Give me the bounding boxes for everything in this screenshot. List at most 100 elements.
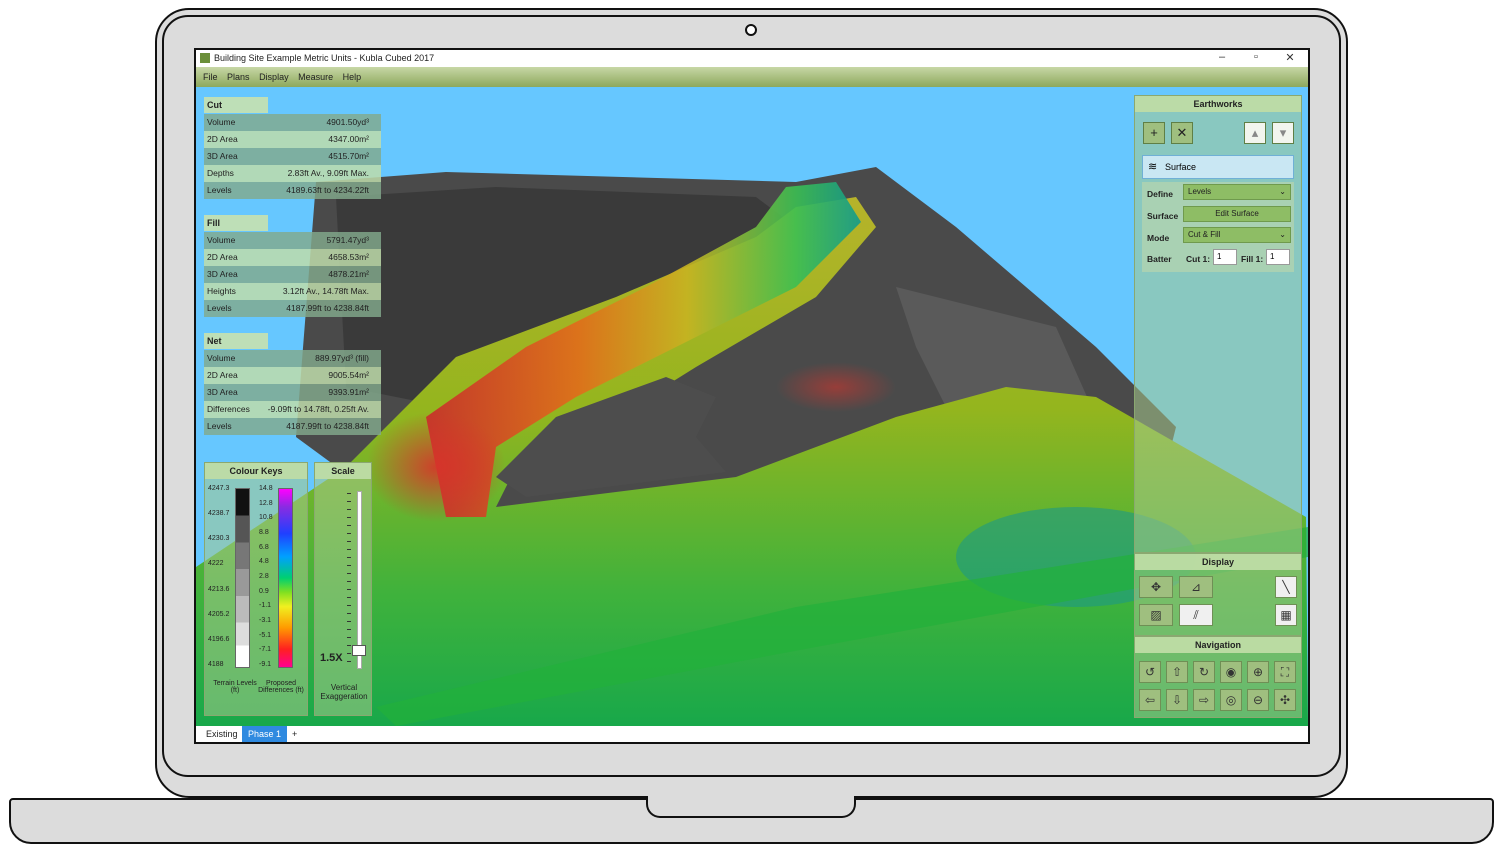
scale-value: 1.5X	[320, 652, 343, 664]
move-down-icon[interactable]: ▾	[1272, 122, 1294, 144]
move-right-icon[interactable]: ⇨	[1193, 689, 1215, 711]
table-row: Differences -9.09ft to 14.78ft, 0.25ft Av…	[204, 401, 381, 418]
proposed-differences-label: Proposed Differences (ft)	[258, 680, 304, 694]
net-table: Volume 889.97yd³ (fill) 2D Area 9005.54m² …	[204, 350, 381, 435]
scale-panel: Scale 1.5X Vertical Exaggeration	[314, 462, 372, 716]
zoom-out-icon[interactable]: ⊖	[1247, 689, 1269, 711]
edit-surface-button[interactable]: Edit Surface	[1183, 206, 1291, 222]
app-icon	[200, 53, 210, 63]
table-row: 3D Area 4878.21m²	[204, 266, 381, 283]
scale-tick-mark	[347, 501, 351, 502]
hatch-icon[interactable]: ⫽	[1179, 604, 1213, 626]
table-row: Levels 4187.99ft to 4238.84ft	[204, 300, 381, 317]
scale-tick-mark	[347, 613, 351, 614]
cut-ratio-label: Cut 1:	[1186, 254, 1211, 264]
difference-tick-label: -7.1	[259, 646, 272, 654]
add-tab-button[interactable]: +	[286, 726, 303, 742]
menu-bar: File Plans Display Measure Help	[196, 67, 1308, 87]
mode-select[interactable]: Cut & Fill ⌄	[1183, 227, 1291, 243]
move-up-icon[interactable]: ▴	[1244, 122, 1266, 144]
texture-icon[interactable]: ▨	[1139, 604, 1173, 626]
surface-item-label: Surface	[1165, 162, 1197, 172]
surface-icon: ≋	[1148, 161, 1158, 173]
tab-existing[interactable]: Existing	[200, 726, 244, 742]
scale-tick-mark	[347, 637, 351, 638]
cut-ratio-input[interactable]: 1	[1213, 249, 1237, 265]
menu-help[interactable]: Help	[343, 72, 362, 82]
table-row: 3D Area 4515.70m²	[204, 148, 381, 165]
difference-tick-label: 2.8	[259, 573, 269, 580]
terrain-levels-label: Terrain Levels (ft)	[213, 680, 257, 694]
laptop-notch	[646, 796, 856, 818]
menu-measure[interactable]: Measure	[298, 72, 333, 82]
close-icon[interactable]: ✕	[1280, 51, 1300, 64]
surface-label: Surface	[1147, 211, 1179, 221]
look-icon[interactable]: ◉	[1220, 661, 1242, 683]
scale-tick-mark	[347, 517, 351, 518]
table-row: 2D Area 4347.00m²	[204, 131, 381, 148]
add-icon[interactable]: +	[1143, 122, 1165, 144]
restore-icon[interactable]: ▫	[1246, 51, 1266, 63]
display-title: Display	[1135, 554, 1301, 570]
delete-icon[interactable]: ✕	[1171, 122, 1193, 144]
scale-tick-mark	[347, 645, 351, 646]
minimize-icon[interactable]: –	[1212, 51, 1232, 63]
navigation-panel: Navigation ↺ ⇧ ↻ ◉ ⊕ ⛶ ⇦ ⇩ ⇨ ◎ ⊖ ✣	[1134, 636, 1302, 718]
difference-tick-label: 8.8	[259, 529, 269, 536]
chevron-down-icon: ⌄	[1279, 187, 1286, 196]
table-row: Depths 2.83ft Av., 9.09ft Max.	[204, 165, 381, 182]
display-panel: Display ✥ ⊿ ╲ ▨ ⫽ ▦	[1134, 553, 1302, 636]
scale-tick-mark	[347, 557, 351, 558]
terrain-tick-label: 4213.6	[208, 585, 230, 593]
scale-tick-mark	[347, 629, 351, 630]
define-select[interactable]: Levels ⌄	[1183, 184, 1291, 200]
draw-line-icon[interactable]: ╲	[1275, 576, 1297, 598]
scale-title: Scale	[315, 463, 371, 479]
tab-phase-1[interactable]: Phase 1	[242, 726, 288, 742]
vertical-exaggeration-label: Vertical Exaggeration	[320, 683, 368, 701]
terrain-tick-label: 4196.6	[208, 635, 230, 643]
mode-label: Mode	[1147, 233, 1170, 243]
zoom-in-icon[interactable]: ⊕	[1247, 661, 1269, 683]
scale-tick-mark	[347, 541, 351, 542]
move-left-icon[interactable]: ⇦	[1139, 689, 1161, 711]
pan-icon[interactable]: ✣	[1274, 689, 1296, 711]
difference-tick-label: 12.8	[259, 499, 273, 507]
surface-list-item[interactable]: ≋ Surface	[1142, 155, 1294, 179]
scale-slider-thumb[interactable]	[352, 645, 366, 657]
define-label: Define	[1147, 189, 1173, 199]
scale-tick-mark	[347, 621, 351, 622]
scale-tick-mark	[347, 493, 351, 494]
rotate-left-icon[interactable]: ↺	[1139, 661, 1161, 683]
terrain-tick-label: 4205.2	[208, 610, 230, 618]
fill-ratio-input[interactable]: 1	[1266, 249, 1290, 265]
scale-tick-mark	[347, 533, 351, 534]
grid-icon[interactable]: ▦	[1275, 604, 1297, 626]
fill-table: Volume 5791.47yd³ 2D Area 4658.53m² 3D Are…	[204, 232, 381, 317]
3d-view-icon[interactable]: ✥	[1139, 576, 1173, 598]
move-forward-icon[interactable]: ⇧	[1166, 661, 1188, 683]
3d-viewport[interactable]: Cut Volume 4901.50yd³ 2D Area 4347.00m² 3D…	[196, 87, 1308, 726]
difference-tick-label: 6.8	[259, 543, 269, 551]
tab-bar: Existing Phase 1 +	[196, 726, 1308, 742]
menu-file[interactable]: File	[203, 72, 218, 82]
table-row: Levels 4187.99ft to 4238.84ft	[204, 418, 381, 435]
title-bar: Building Site Example Metric Units - Kub…	[196, 50, 1308, 67]
scale-slider-track[interactable]	[357, 491, 362, 669]
fit-view-icon[interactable]: ⛶	[1274, 661, 1296, 683]
move-back-icon[interactable]: ⇩	[1166, 689, 1188, 711]
menu-display[interactable]: Display	[259, 72, 289, 82]
table-row: 3D Area 9393.91m²	[204, 384, 381, 401]
camera-icon	[745, 24, 757, 36]
scale-tick-mark	[347, 605, 351, 606]
view-icon[interactable]: ◎	[1220, 689, 1242, 711]
menu-plans[interactable]: Plans	[227, 72, 250, 82]
difference-tick-label: 10.8	[259, 514, 273, 522]
app-screen: Building Site Example Metric Units - Kub…	[194, 48, 1310, 744]
scale-tick-mark	[347, 661, 351, 662]
window-title: Building Site Example Metric Units - Kub…	[214, 53, 435, 63]
contour-icon[interactable]: ⊿	[1179, 576, 1213, 598]
difference-tick-label: 0.9	[259, 587, 269, 595]
rotate-right-icon[interactable]: ↻	[1193, 661, 1215, 683]
cut-header: Cut	[204, 97, 268, 113]
